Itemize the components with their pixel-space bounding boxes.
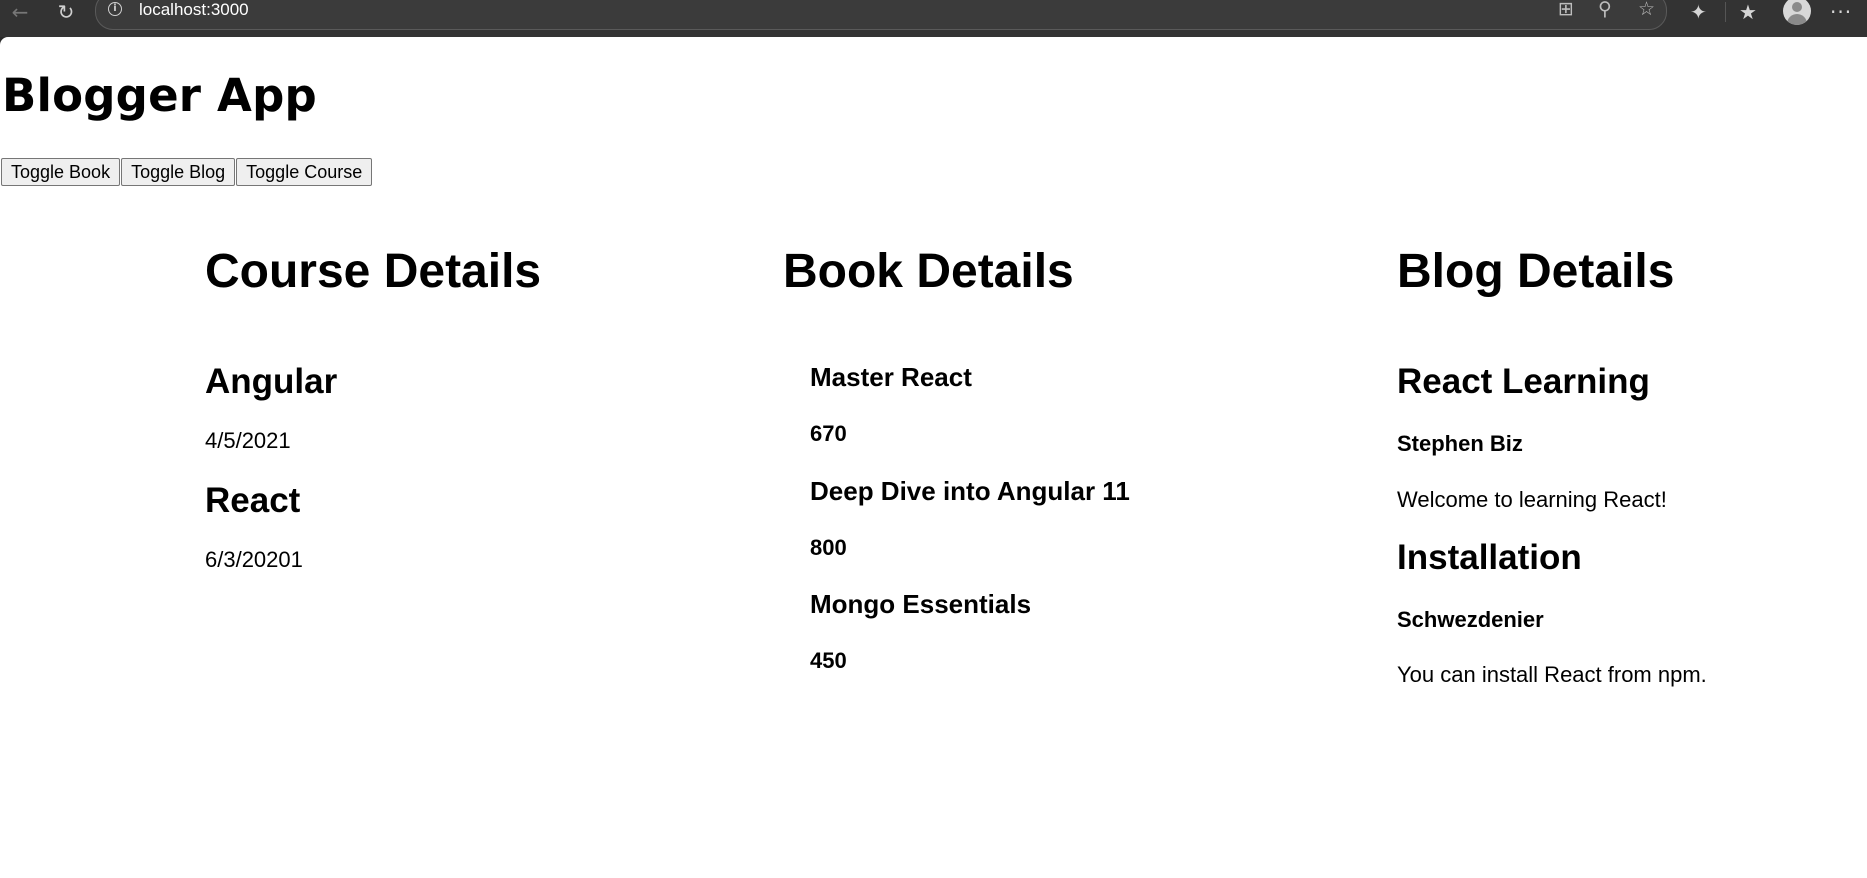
favorites-list-icon[interactable]: ★ (1739, 0, 1757, 24)
site-info-icon[interactable]: i (108, 2, 122, 16)
zoom-icon[interactable]: ⚲ (1598, 0, 1612, 19)
book-price: 670 (810, 421, 847, 446)
blog-content: You can install React from npm. (1397, 662, 1707, 687)
url-text[interactable]: localhost:3000 (139, 0, 249, 20)
book-name: Deep Dive into Angular 11 (810, 476, 1130, 506)
browser-toolbar: ← ↻ i localhost:3000 ⊞ ⚲ ☆ ✦ ★ ··· (0, 0, 1867, 37)
toolbar-divider (1725, 2, 1726, 22)
book-price: 800 (810, 535, 847, 560)
toggle-course-button[interactable]: Toggle Course (236, 158, 373, 186)
book-name: Mongo Essentials (810, 589, 1032, 619)
course-details-title: Course Details (205, 245, 542, 298)
blog-author: Stephen Biz (1397, 431, 1523, 456)
course-date: 6/3/20201 (205, 547, 303, 572)
book-details-title: Book Details (783, 245, 1074, 298)
app-title: Blogger App (2, 69, 317, 122)
course-name: React (205, 481, 301, 520)
app-available-icon[interactable]: ⊞ (1558, 0, 1574, 19)
address-bar[interactable]: i localhost:3000 ⊞ ⚲ ☆ (95, 0, 1667, 30)
course-date: 4/5/2021 (205, 428, 291, 453)
toggle-button-row: Toggle Book Toggle Blog Toggle Course (1, 158, 373, 186)
blog-details-title: Blog Details (1397, 245, 1675, 298)
course-name: Angular (205, 362, 338, 401)
reload-icon[interactable]: ↻ (52, 0, 80, 24)
more-options-icon[interactable]: ··· (1830, 0, 1852, 24)
book-name: Master React (810, 362, 972, 392)
favorite-star-icon[interactable]: ☆ (1638, 0, 1655, 19)
blog-author: Schwezdenier (1397, 607, 1544, 632)
toggle-blog-button[interactable]: Toggle Blog (121, 158, 236, 186)
page-viewport: Blogger App Toggle Book Toggle Blog Togg… (0, 37, 1867, 878)
blog-title: Installation (1397, 538, 1582, 577)
blog-content: Welcome to learning React! (1397, 487, 1667, 512)
book-price: 450 (810, 648, 847, 673)
toggle-book-button[interactable]: Toggle Book (1, 158, 121, 186)
extensions-icon[interactable]: ✦ (1690, 0, 1707, 24)
blog-title: React Learning (1397, 362, 1650, 401)
back-arrow-icon[interactable]: ← (6, 0, 34, 24)
profile-avatar[interactable] (1783, 0, 1811, 25)
